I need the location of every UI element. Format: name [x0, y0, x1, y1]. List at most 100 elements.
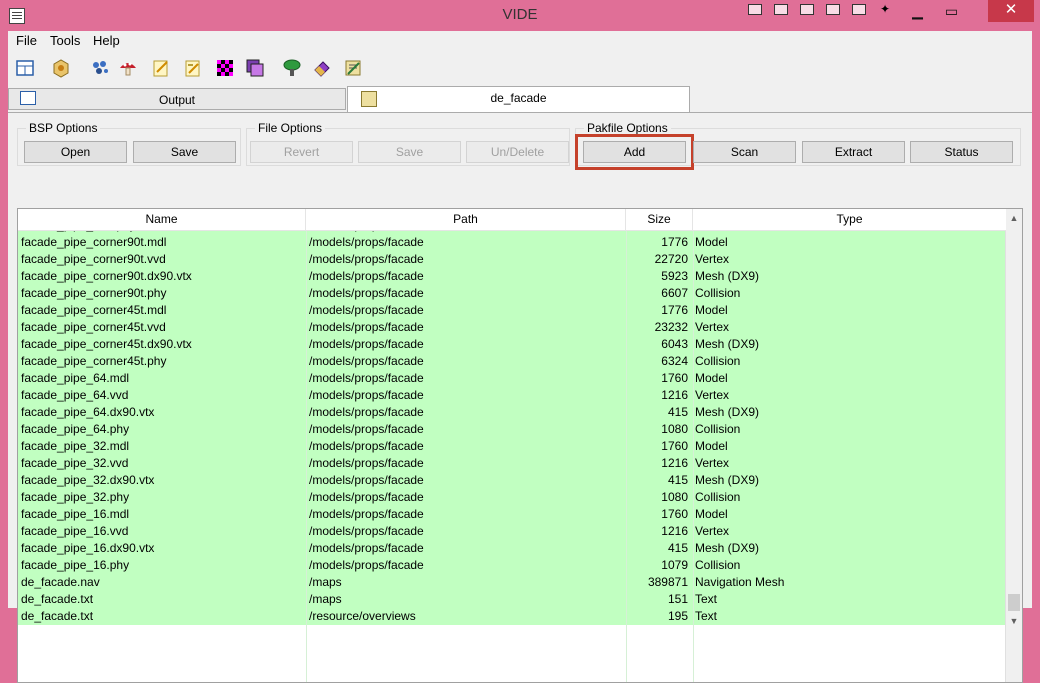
table-row[interactable]: facade_pipe_corner45t.phy/models/props/f… — [18, 353, 1006, 370]
cell-path: /models/props/facade — [309, 320, 424, 334]
column-header-type[interactable]: Type — [693, 209, 1006, 230]
cell-name: facade_pipe_16.vvd — [21, 524, 129, 538]
cell-size: 1079 — [661, 558, 688, 572]
cell-size: 6324 — [661, 354, 688, 368]
edit-note-icon[interactable] — [151, 58, 171, 78]
scroll-thumb[interactable] — [1008, 594, 1020, 611]
table-row[interactable]: facade_pipe_64.vvd/models/props/facade 12… — [18, 387, 1006, 404]
cell-type: Navigation Mesh — [695, 575, 785, 589]
vertical-scrollbar[interactable]: ▲ ▼ — [1005, 209, 1022, 682]
cell-size: 1760 — [661, 507, 688, 521]
script-icon[interactable] — [343, 58, 363, 78]
molecule-icon[interactable] — [90, 58, 110, 78]
table-row[interactable]: facade_pipe_16.mdl/models/props/facade 17… — [18, 506, 1006, 523]
revert-button[interactable]: Revert — [250, 141, 353, 163]
cell-path: /models/props/facade — [309, 558, 424, 572]
titlebar-extra-buttons: ✦ — [748, 3, 904, 20]
cell-path: /maps — [309, 592, 342, 606]
tile2-icon[interactable] — [774, 4, 788, 15]
eraser-icon[interactable] — [312, 58, 332, 78]
tile-icon[interactable] — [748, 4, 762, 15]
close-button[interactable]: ✕ — [988, 0, 1034, 22]
table-row[interactable]: facade_pipe_64.mdl/models/props/facade 17… — [18, 370, 1006, 387]
table-row[interactable]: facade_pipe_corner45t.dx90.vtx/models/pr… — [18, 336, 1006, 353]
table-row[interactable]: facade_pipe_32.vvd/models/props/facade 12… — [18, 455, 1006, 472]
open-button[interactable]: Open — [24, 141, 127, 163]
scroll-down-icon[interactable]: ▼ — [1009, 616, 1019, 626]
table-row[interactable]: facade_pipe_32.phy/models/props/facade 10… — [18, 489, 1006, 506]
package-icon[interactable] — [51, 58, 71, 78]
extract-button[interactable]: Extract — [802, 141, 905, 163]
status-button[interactable]: Status — [910, 141, 1013, 163]
cell-size: 1776 — [661, 303, 688, 317]
cell-name: de_facade.nav — [21, 575, 100, 589]
table-row[interactable]: facade_pipe_32.dx90.vtx/models/props/fac… — [18, 472, 1006, 489]
cell-type: Model — [695, 303, 728, 317]
edit-note2-icon[interactable] — [183, 58, 203, 78]
table-row[interactable]: de_facade.txt/resource/overviews 195 Text — [18, 608, 1006, 625]
cell-type: Model — [695, 235, 728, 249]
cell-name: facade_pipe_32.mdl — [21, 439, 130, 453]
column-header-path[interactable]: Path — [306, 209, 626, 230]
table-row[interactable]: facade_pipe_corner90t.phy/models/props/f… — [18, 285, 1006, 302]
cell-path: /maps — [309, 575, 342, 589]
column-header-name[interactable]: Name — [18, 209, 306, 230]
tab-bar: Output de_facade — [8, 86, 1032, 112]
cell-name: de_facade.txt — [21, 609, 94, 623]
cell-type: Mesh (DX9) — [695, 269, 760, 283]
tile4-icon[interactable] — [826, 4, 840, 15]
cell-name: facade_pipe_16.dx90.vtx — [21, 541, 155, 555]
table-row[interactable]: facade_pipe_16.vvd/models/props/facade 12… — [18, 523, 1006, 540]
scroll-up-icon[interactable]: ▲ — [1009, 213, 1019, 223]
menu-help[interactable]: Help — [93, 33, 120, 48]
cell-path: /models/props/facade — [309, 422, 424, 436]
windows-icon[interactable] — [852, 4, 866, 15]
table-row[interactable]: facade_pipe_64.dx90.vtx/models/props/fac… — [18, 404, 1006, 421]
mushroom-icon[interactable] — [118, 58, 138, 78]
table-row[interactable]: facade_pipe_16.phy/models/props/facade 10… — [18, 557, 1006, 574]
maximize-button[interactable]: ▭ — [938, 0, 965, 24]
pakfile-table: Name Path Size Type facade_pipe_120.phy/… — [17, 208, 1023, 683]
file-save-button[interactable]: Save — [358, 141, 461, 163]
cell-type: Model — [695, 439, 728, 453]
table-row[interactable]: de_facade.txt/maps 151 Text — [18, 591, 1006, 608]
tab-output[interactable]: Output — [8, 88, 346, 110]
menu-file[interactable]: File — [16, 33, 37, 48]
layout-icon[interactable] — [15, 58, 35, 78]
tree-icon[interactable] — [282, 58, 302, 78]
checker-texture-icon[interactable] — [215, 58, 235, 78]
cell-type: Vertex — [695, 388, 730, 402]
table-row[interactable]: facade_pipe_corner90t.dx90.vtx/models/pr… — [18, 268, 1006, 285]
table-row[interactable]: facade_pipe_corner45t.vvd/models/props/f… — [18, 319, 1006, 336]
undelete-button[interactable]: Un/Delete — [466, 141, 569, 163]
table-row[interactable]: facade_pipe_corner90t.mdl/models/props/f… — [18, 234, 1006, 251]
toolbar — [8, 53, 1032, 83]
cell-type: Model — [695, 371, 728, 385]
table-row[interactable]: facade_pipe_corner45t.mdl/models/props/f… — [18, 302, 1006, 319]
scan-button[interactable]: Scan — [693, 141, 796, 163]
cell-name: facade_pipe_corner90t.mdl — [21, 235, 167, 249]
tab-de-facade[interactable]: de_facade — [347, 86, 690, 112]
minimize-button[interactable]: ▁ — [904, 0, 931, 24]
highlight-box — [575, 134, 694, 170]
pin-icon[interactable]: ✦ — [878, 3, 892, 15]
layers-icon[interactable] — [245, 58, 265, 78]
table-row[interactable]: de_facade.nav/maps 389871 Navigation Mesh — [18, 574, 1006, 591]
cell-name: facade_pipe_corner90t.dx90.vtx — [21, 269, 192, 283]
table-row[interactable]: facade_pipe_64.phy/models/props/facade 10… — [18, 421, 1006, 438]
column-header-size[interactable]: Size — [626, 209, 693, 230]
table-row[interactable]: facade_pipe_corner90t.vvd/models/props/f… — [18, 251, 1006, 268]
cell-path: /models/props/facade — [309, 269, 424, 283]
table-row[interactable]: facade_pipe_32.mdl/models/props/facade 17… — [18, 438, 1006, 455]
table-row[interactable]: facade_pipe_16.dx90.vtx/models/props/fac… — [18, 540, 1006, 557]
bsp-save-button[interactable]: Save — [133, 141, 236, 163]
cell-name: facade_pipe_64.mdl — [21, 371, 130, 385]
cell-size: 1216 — [661, 524, 688, 538]
cell-name: de_facade.txt — [21, 592, 94, 606]
cell-type: Collision — [695, 422, 741, 436]
tile3-icon[interactable] — [800, 4, 814, 15]
cell-size: 1760 — [661, 371, 688, 385]
menu-tools[interactable]: Tools — [50, 33, 80, 48]
cell-type: Vertex — [695, 252, 730, 266]
cell-type: Vertex — [695, 456, 730, 470]
